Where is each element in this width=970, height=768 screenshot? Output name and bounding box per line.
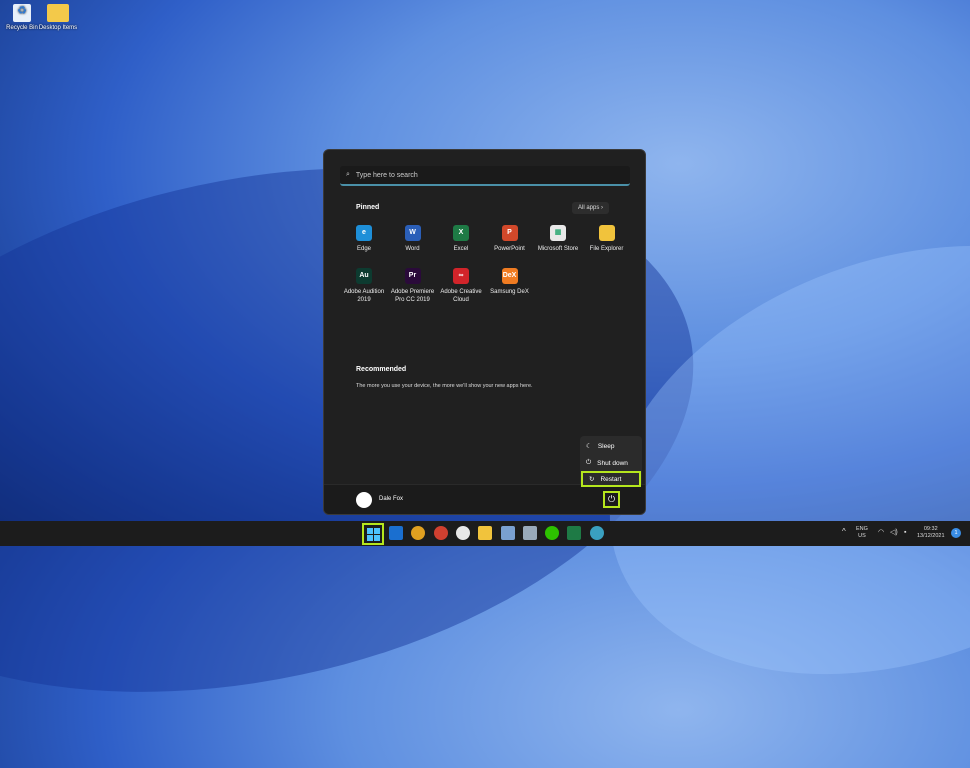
app-label: Word	[389, 245, 437, 253]
pinned-app[interactable]: Au Adobe Audition 2019	[340, 268, 388, 304]
app-label: File Explorer	[583, 245, 631, 253]
taskbar-settings-icon[interactable]	[501, 526, 515, 540]
app-label: Edge	[340, 245, 388, 253]
adobe-audition-2019-icon: Au	[356, 268, 372, 284]
search-icon: ⌕	[346, 171, 350, 179]
taskbar-calculator-icon[interactable]	[523, 526, 537, 540]
app-label: Adobe Creative Cloud	[437, 288, 485, 304]
sleep-menu-item[interactable]: ☾Sleep	[580, 438, 642, 454]
power-icon: ⏻	[586, 459, 591, 467]
restart-icon: ↻	[589, 475, 594, 483]
taskbar-photos-icon[interactable]	[456, 526, 470, 540]
excel-icon: X	[453, 225, 469, 241]
pinned-app[interactable]: ∞ Adobe Creative Cloud	[437, 268, 485, 304]
windows-logo-icon	[367, 528, 373, 534]
power-icon: ⏻	[608, 494, 615, 505]
pinned-app[interactable]: ▦ Microsoft Store	[534, 225, 582, 253]
pinned-app[interactable]: P PowerPoint	[486, 225, 534, 253]
taskbar-chrome-icon[interactable]	[411, 526, 425, 540]
user-name[interactable]: Dale Fox	[379, 496, 403, 502]
taskbar: ^ ENGUS ◠ ◁) ▪ 09:3213/12/2021 1	[0, 521, 970, 546]
word-icon: W	[405, 225, 421, 241]
pinned-app[interactable]: e Edge	[340, 225, 388, 253]
language-indicator[interactable]: ENGUS	[856, 526, 868, 540]
power-menu: ☾Sleep ⏻Shut down ↻Restart	[580, 436, 642, 487]
volume-icon[interactable]: ◁)	[890, 529, 898, 536]
app-label: Samsung DeX	[486, 288, 534, 296]
adobe-premiere-pro-cc-2019-icon: Pr	[405, 268, 421, 284]
restart-menu-item[interactable]: ↻Restart	[581, 471, 641, 487]
start-button[interactable]	[362, 523, 384, 545]
battery-icon[interactable]: ▪	[904, 529, 906, 536]
pinned-app[interactable]: DeX Samsung DeX	[486, 268, 534, 296]
all-apps-button[interactable]: All apps ›	[572, 202, 609, 214]
taskbar-chrome-2-icon[interactable]	[434, 526, 448, 540]
chevron-up-icon[interactable]: ^	[842, 528, 846, 535]
start-footer: Dale Fox ⏻	[324, 484, 645, 514]
recycle-bin-icon: ♻	[13, 4, 31, 22]
microsoft-store-icon: ▦	[550, 225, 566, 241]
taskbar-file-explorer-icon[interactable]	[478, 526, 492, 540]
taskbar-outlook-icon[interactable]	[389, 526, 403, 540]
file-explorer-icon	[599, 225, 615, 241]
app-label: Adobe Audition 2019	[340, 288, 388, 304]
recommended-title: Recommended	[356, 366, 406, 373]
notification-badge[interactable]: 1	[951, 528, 961, 538]
taskbar-edge-icon[interactable]	[590, 526, 604, 540]
power-button[interactable]: ⏻	[603, 491, 620, 508]
app-label: PowerPoint	[486, 245, 534, 253]
pinned-app[interactable]: Pr Adobe Premiere Pro CC 2019	[389, 268, 437, 304]
wifi-icon[interactable]: ◠	[878, 529, 884, 536]
recommended-text: The more you use your device, the more w…	[356, 383, 533, 389]
search-input[interactable]: ⌕ Type here to search	[340, 166, 630, 186]
taskbar-excel-icon[interactable]	[567, 526, 581, 540]
app-label: Microsoft Store	[534, 245, 582, 253]
clock[interactable]: 09:3213/12/2021	[917, 526, 945, 540]
pinned-app[interactable]: X Excel	[437, 225, 485, 253]
taskbar-wechat-icon[interactable]	[545, 526, 559, 540]
folder-icon	[47, 4, 69, 22]
pinned-app[interactable]: File Explorer	[583, 225, 631, 253]
pinned-app[interactable]: W Word	[389, 225, 437, 253]
edge-icon: e	[356, 225, 372, 241]
pinned-title: Pinned	[356, 204, 379, 211]
adobe-creative-cloud-icon: ∞	[453, 268, 469, 284]
powerpoint-icon: P	[502, 225, 518, 241]
shut-down-menu-item[interactable]: ⏻Shut down	[580, 455, 642, 471]
samsung-dex-icon: DeX	[502, 268, 518, 284]
app-label: Adobe Premiere Pro CC 2019	[389, 288, 437, 304]
app-label: Excel	[437, 245, 485, 253]
sleep-icon: ☾	[586, 442, 592, 450]
desktop-icon-folder[interactable]: Desktop Items	[36, 4, 80, 31]
avatar[interactable]	[356, 492, 372, 508]
